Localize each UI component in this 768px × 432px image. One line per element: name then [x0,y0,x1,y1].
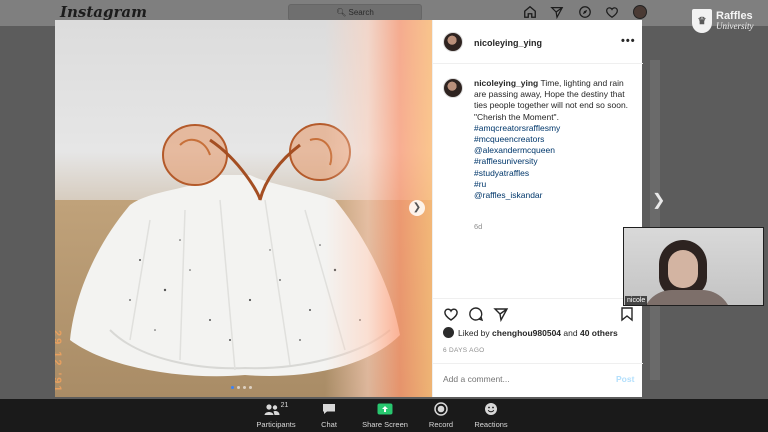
liked-by-label: Liked by [458,327,490,338]
participant-name-label: nicole [625,296,648,305]
raffles-university-logo: ♛ Raffles University [692,7,762,35]
post-comment-button[interactable]: Post [616,374,634,384]
hashtag-link[interactable]: #rafflesuniversity [474,156,634,167]
liker-avatar[interactable] [443,327,454,338]
post-caption: nicoleying_ying Time, lighting and rain … [474,78,634,201]
participant-video-tile[interactable]: nicole [623,227,764,306]
participants-label: Participants [256,420,296,429]
post-header: nicoleying_ying ••• [433,20,643,64]
caption-timestamp[interactable]: 6d [474,222,482,231]
comment-bubble-icon[interactable] [468,306,484,322]
posted-ago[interactable]: 6 DAYS AGO [443,347,485,354]
next-post-chevron-icon[interactable]: ❯ [652,192,666,210]
chat-button[interactable]: Chat [315,401,343,430]
record-icon [434,402,448,416]
participants-icon [264,403,280,415]
chat-icon [323,404,335,414]
instagram-logo[interactable]: Instagram [60,3,147,21]
hashtag-link[interactable]: #amqcreatorsrafflesmy [474,123,634,134]
share-screen-icon [377,403,393,415]
likes-and-label: and [563,327,578,338]
direct-icon[interactable] [549,4,565,20]
save-bookmark-icon[interactable] [619,306,635,322]
search-input[interactable]: 🔍︎ Search [288,4,422,21]
logo-line-2: University [716,21,754,31]
participant-face [668,250,698,288]
activity-icon[interactable] [604,4,620,20]
post-details-panel: nicoleying_ying ••• nicoleying_ying Time… [432,20,643,397]
caption-avatar[interactable] [443,78,463,98]
author-username[interactable]: nicoleying_ying [474,38,542,48]
reactions-smiley-icon [485,403,497,415]
comment-composer: Post [433,363,643,397]
carousel-dots [231,386,252,389]
share-screen-label: Share Screen [362,420,408,429]
post-photo[interactable]: 29 12 '91 ❯ [55,20,432,397]
likes-summary: Liked by chenghou980504 and 40 others [443,327,639,338]
image-next-chevron-icon[interactable]: ❯ [409,200,425,216]
explore-icon[interactable] [577,4,593,20]
carousel-dot [231,386,234,389]
hashtag-link[interactable]: #ru [474,179,634,190]
reactions-button[interactable]: Reactions [472,401,510,430]
mention-link[interactable]: @alexandermcqueen [474,145,634,156]
reactions-label: Reactions [474,420,508,429]
author-avatar[interactable] [443,32,463,52]
zoom-toolbar: 21 Participants Chat Share Screen Record… [0,399,768,432]
liker-username[interactable]: chenghou980504 [492,328,561,338]
share-direct-icon[interactable] [493,306,509,323]
carousel-dot [243,386,246,389]
post-actions-bar [433,298,643,323]
record-label: Record [428,420,454,429]
mention-link[interactable]: @raffles_iskandar [474,190,634,201]
crest-icon: ♛ [692,9,712,33]
carousel-dot [249,386,252,389]
background-post-strip [650,60,660,380]
more-options-icon[interactable]: ••• [621,35,636,47]
home-icon[interactable] [522,4,538,20]
like-heart-icon[interactable] [443,306,459,322]
comment-input[interactable] [443,374,603,384]
logo-line-1: Raffles [716,10,753,22]
hashtag-link[interactable]: #studyatraffles [474,168,634,179]
likes-others-link[interactable]: 40 others [580,328,618,338]
carousel-dot [237,386,240,389]
photo-date-stamp: 29 12 '91 [55,330,63,394]
participants-count: 21 [280,401,289,409]
hashtag-link[interactable]: #mcqueencreators [474,134,634,145]
caption-username[interactable]: nicoleying_ying [474,78,538,88]
share-screen-button[interactable]: Share Screen [360,401,410,430]
participants-button[interactable]: 21 Participants [254,401,298,430]
search-placeholder: Search [348,8,374,17]
record-button[interactable]: Record [425,401,457,430]
search-icon: 🔍︎ [336,8,347,17]
chat-label: Chat [321,420,337,429]
profile-avatar[interactable] [633,5,647,19]
